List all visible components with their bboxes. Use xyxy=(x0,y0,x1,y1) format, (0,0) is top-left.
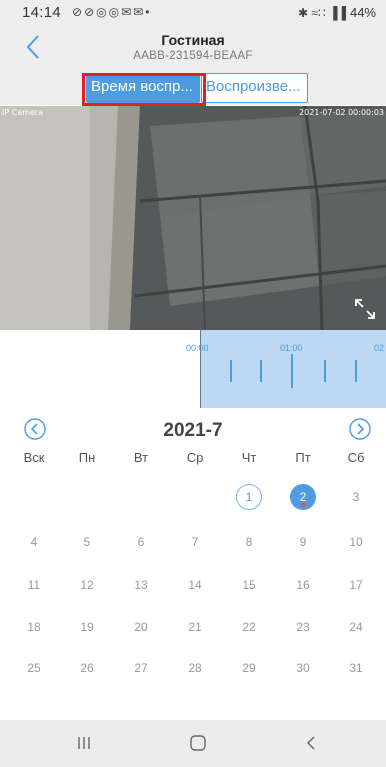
timeline-label: 00:00 xyxy=(186,343,209,353)
notification-icon: ⊘ xyxy=(84,5,95,19)
calendar-day[interactable]: 7 xyxy=(175,535,215,549)
calendar-day[interactable]: 18 xyxy=(14,620,54,634)
weekday-label: Чт xyxy=(241,450,257,465)
status-bar: 14:14 ⊘ ⊘ ◎ ◎ ✉ ✉ • ✱ ≈∷ ▐▐ 44% xyxy=(0,0,386,26)
calendar-day[interactable]: 2 xyxy=(283,490,323,504)
camera-label: IP Camera xyxy=(2,108,44,117)
calendar-day[interactable]: 11 xyxy=(14,578,54,592)
notification-icons: ⊘ ⊘ ◎ ◎ ✉ ✉ • xyxy=(72,5,149,19)
home-icon[interactable] xyxy=(187,732,209,754)
calendar-day[interactable]: 24 xyxy=(336,620,376,634)
timeline-label: 02 xyxy=(374,343,385,353)
highlight-box xyxy=(82,73,206,106)
calendar-day[interactable]: 17 xyxy=(336,578,376,592)
timeline-label: 01:00 xyxy=(280,343,303,353)
calendar-day[interactable]: 15 xyxy=(229,578,269,592)
recording-range xyxy=(200,330,386,408)
weekday-label: Пт xyxy=(295,450,311,465)
playback-cursor[interactable] xyxy=(200,330,201,408)
notification-icon: ⊘ xyxy=(72,5,83,19)
calendar-day[interactable]: 21 xyxy=(175,620,215,634)
timeline-tick xyxy=(291,354,293,388)
calendar-day[interactable]: 30 xyxy=(283,661,323,675)
calendar-day[interactable]: 26 xyxy=(67,661,107,675)
status-time: 14:14 xyxy=(22,4,62,21)
calendar-day[interactable]: 29 xyxy=(229,661,269,675)
signal-icons: ✱ ≈∷ ▐▐ xyxy=(298,5,346,20)
next-month-icon[interactable] xyxy=(349,418,371,440)
video-player[interactable]: IP Camera 2021-07-02 00:00:03 xyxy=(0,106,386,330)
calendar-day[interactable]: 19 xyxy=(67,620,107,634)
fullscreen-icon[interactable] xyxy=(354,298,376,320)
calendar-day[interactable]: 1 xyxy=(229,490,269,504)
calendar-day[interactable]: 13 xyxy=(121,578,161,592)
timeline-tick xyxy=(355,360,357,382)
timeline-tick xyxy=(324,360,326,382)
system-nav-bar xyxy=(0,720,386,767)
calendar-day[interactable]: 8 xyxy=(229,535,269,549)
mail-icon: ✉ xyxy=(121,5,132,19)
calendar-day[interactable]: 23 xyxy=(283,620,323,634)
calendar-day[interactable]: 5 xyxy=(67,535,107,549)
more-dot-icon: • xyxy=(145,5,150,19)
calendar-day[interactable]: 28 xyxy=(175,661,215,675)
mail-icon: ✉ xyxy=(133,5,144,19)
back-icon[interactable] xyxy=(301,732,323,754)
calendar-day[interactable]: 12 xyxy=(67,578,107,592)
notification-icon: ◎ xyxy=(108,5,120,19)
page-title: Гостиная xyxy=(161,32,225,48)
weekday-row: Вск Пн Вт Ср Чт Пт Сб xyxy=(0,450,386,474)
weekday-label: Вт xyxy=(133,450,149,465)
playback-timeline[interactable]: 00:00 01:00 02 xyxy=(0,330,386,408)
calendar-day[interactable]: 9 xyxy=(283,535,323,549)
battery-level: 44% xyxy=(349,5,376,20)
calendar-day[interactable]: 10 xyxy=(336,535,376,549)
timeline-tick xyxy=(230,360,232,382)
tab-playback[interactable]: Воспроизве... xyxy=(201,73,308,103)
calendar-day[interactable]: 31 xyxy=(336,661,376,675)
calendar-day[interactable]: 3 xyxy=(336,490,376,504)
calendar-day[interactable]: 22 xyxy=(229,620,269,634)
calendar-header: 2021-7 xyxy=(0,408,386,450)
system-indicators: ✱ ≈∷ ▐▐ 44% xyxy=(298,5,376,20)
calendar-day[interactable]: 4 xyxy=(14,535,54,549)
video-timestamp: 2021-07-02 00:00:03 xyxy=(299,108,384,117)
calendar-day[interactable]: 20 xyxy=(121,620,161,634)
weekday-label: Вск xyxy=(23,450,45,465)
calendar-day[interactable]: 6 xyxy=(121,535,161,549)
notification-icon: ◎ xyxy=(96,5,107,19)
device-id: AABB-231594-BEAAF xyxy=(133,50,253,62)
app-header: Гостиная AABB-231594-BEAAF xyxy=(0,26,386,68)
weekday-label: Пн xyxy=(78,450,96,465)
month-label: 2021-7 xyxy=(163,420,223,441)
timeline-tick xyxy=(260,360,262,382)
calendar-day[interactable]: 14 xyxy=(175,578,215,592)
calendar-day[interactable]: 25 xyxy=(14,661,54,675)
video-frame xyxy=(0,106,386,330)
calendar-day[interactable]: 16 xyxy=(283,578,323,592)
weekday-label: Ср xyxy=(186,450,204,465)
calendar-day[interactable]: 27 xyxy=(121,661,161,675)
recent-apps-icon[interactable] xyxy=(73,732,95,754)
weekday-label: Сб xyxy=(347,450,365,465)
